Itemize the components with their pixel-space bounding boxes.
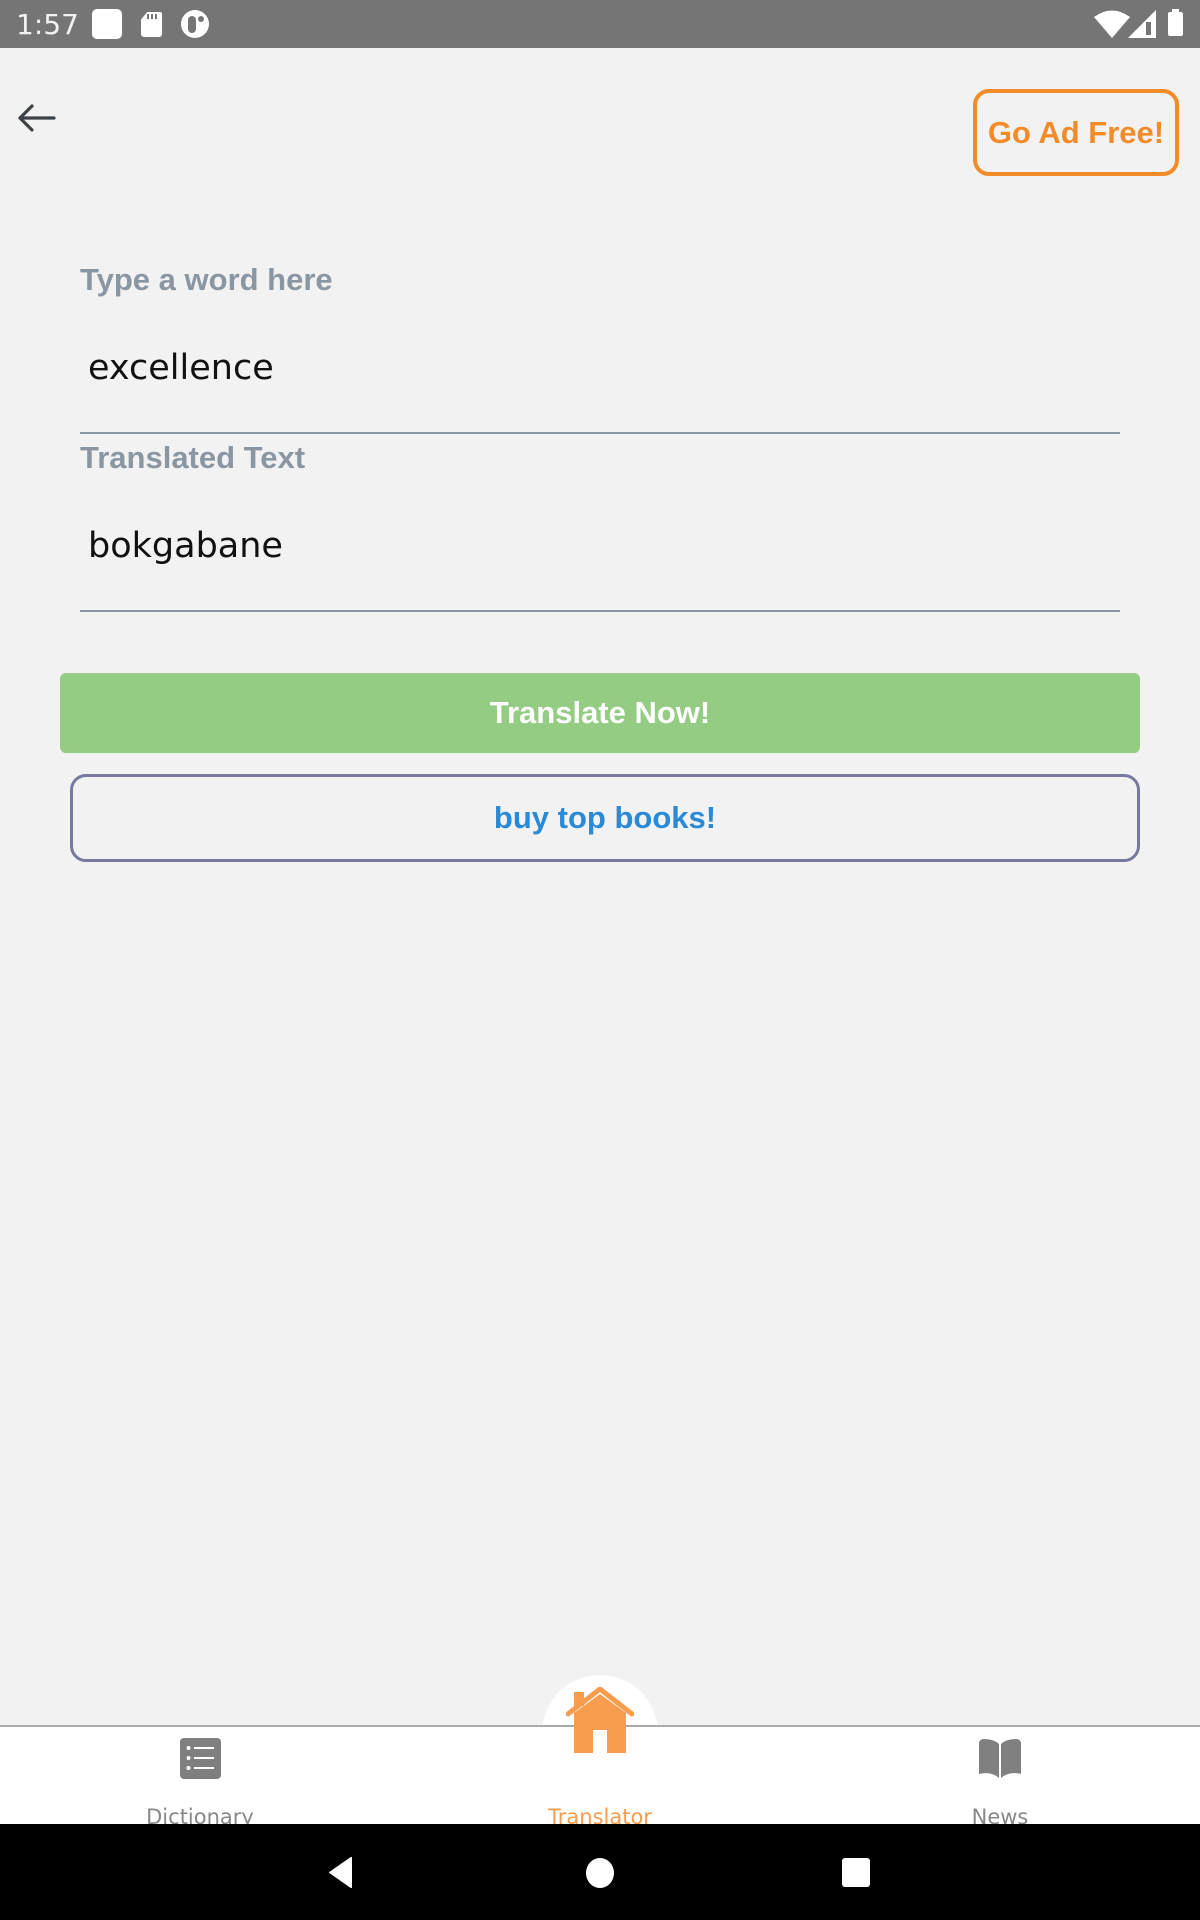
status-bar: 1:57 — [0, 0, 1200, 48]
home-icon — [566, 1687, 634, 1753]
tab-news[interactable]: News — [850, 1725, 1150, 1829]
translated-text-field[interactable] — [80, 518, 1120, 574]
word-input[interactable] — [80, 340, 1120, 396]
list-icon — [179, 1738, 221, 1779]
word-input-underline — [80, 432, 1120, 434]
book-open-icon — [979, 1739, 1021, 1778]
pocket-casts-dot — [198, 16, 204, 22]
back-triangle-icon[interactable] — [328, 1856, 354, 1889]
tab-translator[interactable]: Translator — [450, 1687, 750, 1829]
status-time: 1:57 — [16, 8, 79, 41]
translate-now-button[interactable]: Translate Now! — [60, 673, 1140, 753]
wifi-icon — [1094, 10, 1130, 38]
battery-tip — [1172, 9, 1179, 13]
app-notification-icon — [92, 9, 122, 39]
home-circle-icon[interactable] — [585, 1857, 615, 1889]
translated-text-underline — [80, 610, 1120, 612]
sd-card-contacts — [147, 14, 159, 19]
cellular-signal-icon — [1128, 10, 1156, 38]
word-input-label: Type a word here — [80, 262, 333, 297]
translated-text-label: Translated Text — [80, 440, 306, 475]
buy-top-books-button[interactable]: buy top books! — [70, 774, 1140, 862]
recents-square-icon[interactable] — [841, 1857, 871, 1888]
tab-dictionary[interactable]: Dictionary — [50, 1725, 350, 1829]
arrow-left-icon — [18, 104, 56, 132]
back-button[interactable] — [12, 96, 62, 140]
go-ad-free-button[interactable]: Go Ad Free! — [973, 89, 1179, 176]
system-nav-bar — [0, 1824, 1200, 1920]
battery-icon — [1168, 12, 1183, 36]
pocket-casts-glyph — [188, 16, 196, 33]
